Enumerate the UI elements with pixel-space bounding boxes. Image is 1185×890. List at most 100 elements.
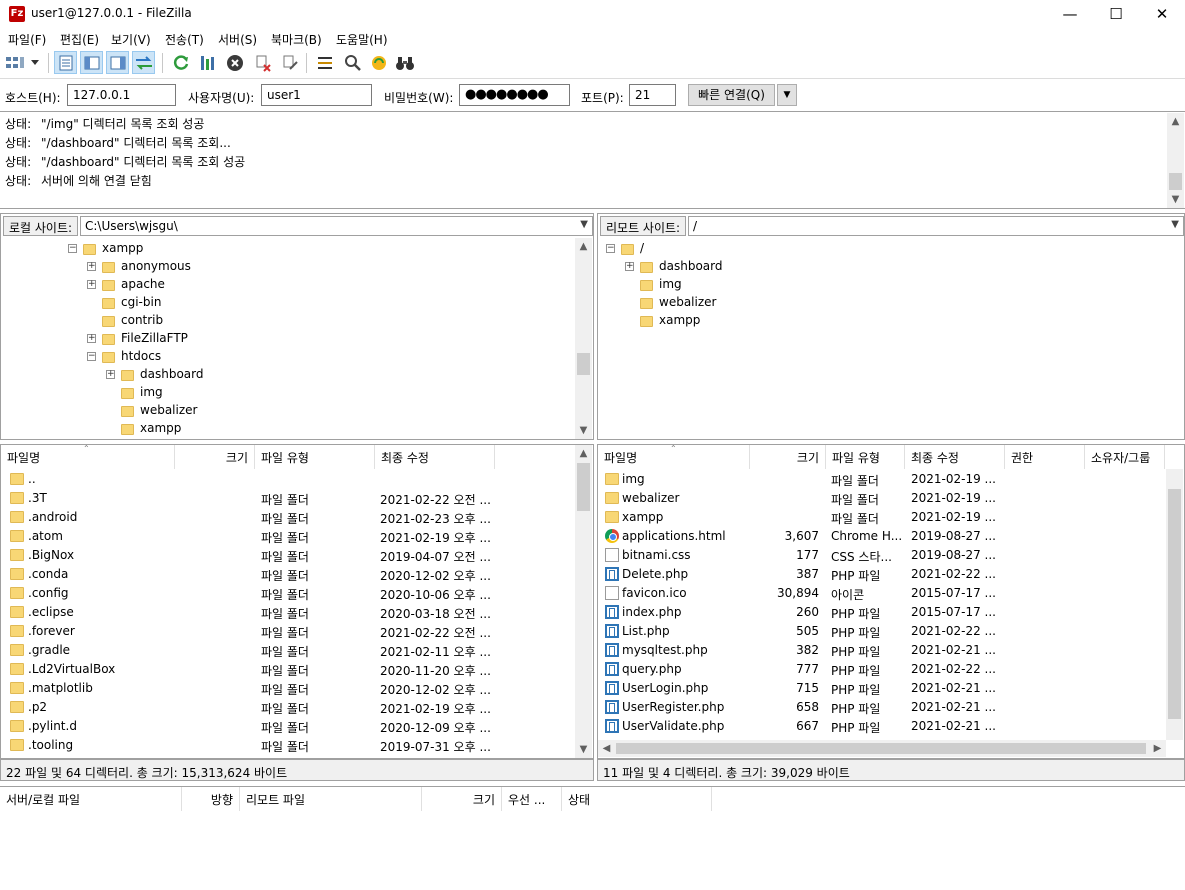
toggle-local-tree-icon[interactable] — [80, 51, 103, 74]
reconnect-icon[interactable] — [278, 51, 301, 74]
chevron-down-icon[interactable] — [28, 51, 42, 74]
chevron-down-icon[interactable]: ▼ — [575, 741, 592, 758]
sync-browse-icon[interactable] — [367, 51, 390, 74]
column-header-permissions[interactable]: 권한 — [1005, 445, 1085, 469]
close-icon[interactable]: ✕ — [1139, 0, 1185, 28]
file-row[interactable]: favicon.ico 30,894 아이콘 2015-07-17 ... — [598, 584, 1166, 603]
compare-icon[interactable] — [341, 51, 364, 74]
column-header-modified[interactable]: 최종 수정 — [375, 445, 495, 469]
menu-file[interactable]: 파일(F) — [8, 31, 46, 48]
file-row[interactable]: .eclipse 파일 폴더 2020-03-18 오전 ... — [1, 603, 575, 622]
chevron-right-icon[interactable]: ▶ — [1149, 740, 1166, 757]
chevron-up-icon[interactable]: ▲ — [575, 238, 592, 255]
tree-item[interactable]: cgi-bin — [87, 293, 161, 311]
file-row[interactable]: index.php 260 PHP 파일 2015-07-17 ... — [598, 603, 1166, 622]
tree-item[interactable]: − xampp — [68, 239, 143, 257]
file-row[interactable]: bitnami.css 177 CSS 스타... 2019-08-27 ... — [598, 546, 1166, 565]
tree-item[interactable]: webalizer — [625, 293, 716, 311]
chevron-down-icon[interactable]: ▼ — [1171, 219, 1179, 230]
local-tree-scrollbar[interactable]: ▲ ▼ — [575, 238, 592, 439]
file-row[interactable]: UserValidate.php 667 PHP 파일 2021-02-21 ... — [598, 717, 1166, 736]
remote-path-input[interactable]: / ▼ — [688, 216, 1184, 236]
toggle-queue-icon[interactable] — [132, 51, 155, 74]
tree-item[interactable]: − / — [606, 239, 644, 257]
tree-item[interactable]: xampp — [625, 311, 700, 329]
disconnect-icon[interactable] — [251, 51, 274, 74]
quickconnect-dropdown-icon[interactable]: ▼ — [777, 84, 797, 106]
menu-bookmarks[interactable]: 북마크(B) — [271, 31, 322, 48]
file-row[interactable]: query.php 777 PHP 파일 2021-02-22 ... — [598, 660, 1166, 679]
menu-view[interactable]: 보기(V) — [111, 31, 151, 48]
site-manager-icon[interactable] — [5, 51, 25, 74]
process-queue-icon[interactable] — [196, 51, 219, 74]
chevron-up-icon[interactable]: ▲ — [575, 445, 592, 462]
chevron-down-icon[interactable]: ▼ — [1167, 191, 1184, 208]
username-input[interactable]: user1 — [261, 84, 372, 106]
quickconnect-button[interactable]: 빠른 연결(Q) — [688, 84, 775, 106]
queue-column-size[interactable]: 크기 — [422, 787, 502, 811]
file-row[interactable]: .tooling 파일 폴더 2019-07-31 오후 ... — [1, 736, 575, 755]
chevron-up-icon[interactable]: ▲ — [1167, 113, 1184, 130]
file-row[interactable]: .conda 파일 폴더 2020-12-02 오후 ... — [1, 565, 575, 584]
file-row[interactable]: .gradle 파일 폴더 2021-02-11 오후 ... — [1, 641, 575, 660]
tree-item[interactable]: contrib — [87, 311, 163, 329]
column-header-owner[interactable]: 소유자/그룹 — [1085, 445, 1165, 469]
file-row[interactable]: .atom 파일 폴더 2021-02-19 오후 ... — [1, 527, 575, 546]
menu-edit[interactable]: 편집(E) — [60, 31, 99, 48]
tree-item[interactable]: xampp — [106, 419, 181, 437]
tree-item[interactable]: − htdocs — [87, 347, 161, 365]
tree-item[interactable]: + dashboard — [625, 257, 722, 275]
queue-column-priority[interactable]: 우선 ... — [502, 787, 562, 811]
queue-column-direction[interactable]: 방향 — [182, 787, 240, 811]
file-row[interactable]: applications.html 3,607 Chrome H... 2019-08… — [598, 527, 1166, 546]
tree-item[interactable]: + apache — [87, 275, 165, 293]
column-header-size[interactable]: 크기 — [750, 445, 826, 469]
file-row[interactable]: UserLogin.php 715 PHP 파일 2021-02-21 ... — [598, 679, 1166, 698]
file-row[interactable]: .Ld2VirtualBox 파일 폴더 2020-11-20 오후 ... — [1, 660, 575, 679]
directory-listing-filter-icon[interactable] — [313, 51, 336, 74]
queue-column-status[interactable]: 상태 — [562, 787, 712, 811]
file-row[interactable]: .forever 파일 폴더 2021-02-22 오전 ... — [1, 622, 575, 641]
tree-item[interactable]: webalizer — [106, 401, 197, 419]
local-list-scrollbar[interactable]: ▲ ▼ — [575, 445, 592, 758]
file-row[interactable]: .BigNox 파일 폴더 2019-04-07 오전 ... — [1, 546, 575, 565]
file-row[interactable]: List.php 505 PHP 파일 2021-02-22 ... — [598, 622, 1166, 641]
file-row[interactable]: .config 파일 폴더 2020-10-06 오후 ... — [1, 584, 575, 603]
host-input[interactable]: 127.0.0.1 — [67, 84, 176, 106]
file-row[interactable]: .pylint.d 파일 폴더 2020-12-09 오후 ... — [1, 717, 575, 736]
tree-item[interactable]: + anonymous — [87, 257, 191, 275]
binoculars-icon[interactable] — [393, 51, 416, 74]
minimize-icon[interactable]: — — [1047, 0, 1093, 28]
maximize-icon[interactable]: ☐ — [1093, 0, 1139, 28]
chevron-down-icon[interactable]: ▼ — [580, 219, 588, 230]
column-header-size[interactable]: 크기 — [175, 445, 255, 469]
file-row[interactable]: img 파일 폴더 2021-02-19 ... — [598, 470, 1166, 489]
file-row[interactable]: webalizer 파일 폴더 2021-02-19 ... — [598, 489, 1166, 508]
file-row[interactable]: xampp 파일 폴더 2021-02-19 ... — [598, 508, 1166, 527]
refresh-icon[interactable] — [169, 51, 192, 74]
file-row[interactable]: .matplotlib 파일 폴더 2020-12-02 오후 ... — [1, 679, 575, 698]
password-input[interactable]: ●●●●●●●● — [459, 84, 570, 106]
cancel-icon[interactable] — [223, 51, 246, 74]
tree-item[interactable]: img — [106, 383, 163, 401]
toggle-remote-tree-icon[interactable] — [106, 51, 129, 74]
file-row[interactable]: .android 파일 폴더 2021-02-23 오후 ... — [1, 508, 575, 527]
file-row[interactable]: mysqltest.php 382 PHP 파일 2021-02-21 ... — [598, 641, 1166, 660]
remote-list-hscrollbar[interactable]: ◀ ▶ — [598, 740, 1166, 757]
tree-item[interactable]: + dashboard — [106, 365, 203, 383]
toggle-log-icon[interactable] — [54, 51, 77, 74]
file-row[interactable]: .3T 파일 폴더 2021-02-22 오전 ... — [1, 489, 575, 508]
column-header-type[interactable]: 파일 유형 — [255, 445, 375, 469]
file-row[interactable]: .. — [1, 470, 575, 489]
chevron-left-icon[interactable]: ◀ — [598, 740, 615, 757]
column-header-modified[interactable]: 최종 수정 — [905, 445, 1005, 469]
tree-item[interactable]: img — [625, 275, 682, 293]
queue-column-remote-file[interactable]: 리모트 파일 — [240, 787, 422, 811]
file-row[interactable]: .p2 파일 폴더 2021-02-19 오후 ... — [1, 698, 575, 717]
port-input[interactable]: 21 — [629, 84, 676, 106]
menu-help[interactable]: 도움말(H) — [336, 31, 388, 48]
tree-item[interactable]: + FileZillaFTP — [87, 329, 188, 347]
local-path-input[interactable]: C:\Users\wjsgu\ ▼ — [80, 216, 593, 236]
log-scrollbar[interactable]: ▲ ▼ — [1167, 113, 1184, 208]
chevron-down-icon[interactable]: ▼ — [575, 422, 592, 439]
